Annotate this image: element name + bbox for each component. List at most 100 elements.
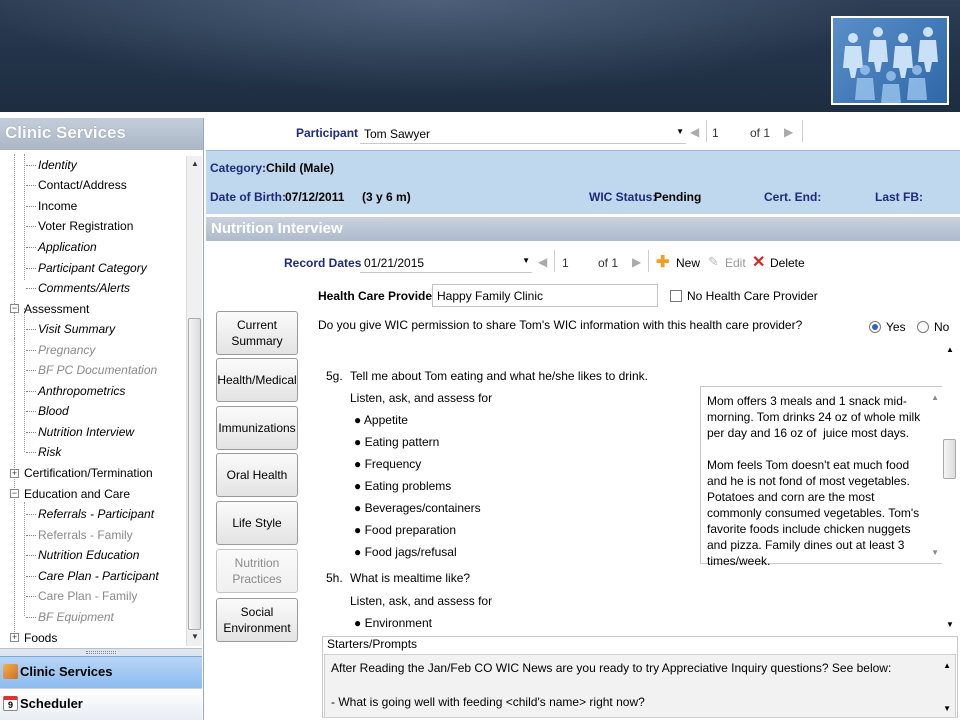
question-text: What is mealtime like? (350, 571, 471, 585)
clinic-services-button[interactable]: Clinic Services (0, 656, 202, 688)
question-subtext: Listen, ask, and assess for (350, 594, 493, 608)
starters-line: - What is going well with feeding <child… (331, 695, 645, 709)
age-value: (3 y 6 m) (362, 190, 411, 204)
questions-scrollbar[interactable]: ▲ ▼ (942, 343, 958, 631)
nav-item-referrals-family[interactable]: Referrals - Family (26, 526, 133, 544)
nav-item-participant-category[interactable]: Participant Category (26, 259, 147, 277)
scroll-up-icon[interactable]: ▲ (943, 661, 951, 670)
participant-page-input[interactable]: 1 (712, 126, 719, 140)
edit-button[interactable]: Edit (725, 256, 746, 270)
scheduler-label: Scheduler (20, 696, 83, 711)
scroll-up-icon[interactable]: ▲ (191, 159, 199, 168)
scroll-down-icon[interactable]: ▼ (931, 548, 939, 557)
yes-radio[interactable] (869, 321, 881, 333)
new-button[interactable]: New (676, 256, 700, 270)
no-radio[interactable] (917, 321, 929, 333)
starters-textarea[interactable]: After Reading the Jan/Feb CO WIC News ar… (324, 654, 956, 718)
wic-status-value: Pending (654, 190, 702, 204)
nav-item-care-plan-participant[interactable]: Care Plan - Participant (26, 567, 159, 585)
scroll-down-icon[interactable]: ▼ (191, 632, 199, 641)
starters-legend: Starters/Prompts (324, 637, 421, 651)
nav-item-comments-alerts[interactable]: Comments/Alerts (26, 279, 130, 297)
divider (554, 250, 555, 272)
dropdown-arrow-icon[interactable]: ▼ (522, 256, 530, 265)
health-medical-button[interactable]: Health/Medical (216, 358, 298, 402)
nav-item-income[interactable]: Income (26, 197, 77, 215)
nav-item-bf-equipment[interactable]: BF Equipment (26, 608, 114, 626)
button-label: Nutrition Practices (232, 556, 282, 586)
delete-icon[interactable]: ✕ (752, 252, 765, 272)
provider-value: Happy Family Clinic (437, 289, 544, 303)
scroll-down-icon[interactable]: ▼ (946, 620, 954, 629)
prev-arrow-icon[interactable]: ◀ (538, 255, 547, 269)
button-label: Health/Medical (217, 373, 297, 387)
social-environment-button[interactable]: Social Environment (216, 598, 298, 642)
nav-scrollbar[interactable]: ▲ ▼ (186, 156, 202, 646)
category-value: Child (Male) (266, 161, 334, 175)
nav-item-pregnancy[interactable]: Pregnancy (26, 341, 95, 359)
nav-item-care-plan-family[interactable]: Care Plan - Family (26, 587, 137, 605)
nav-group-certification[interactable]: Certification/Termination (24, 464, 153, 482)
nav-item-nutrition-interview[interactable]: Nutrition Interview (26, 423, 134, 441)
nav-group-assessment[interactable]: Assessment (24, 300, 89, 318)
nav-group-education-care[interactable]: Education and Care (24, 485, 130, 503)
current-summary-button[interactable]: Current Summary (216, 311, 298, 355)
scroll-up-icon[interactable]: ▲ (946, 345, 954, 354)
nav-group-foods[interactable]: Foods (24, 629, 57, 646)
nav-item-bf-pc-documentation[interactable]: BF PC Documentation (26, 361, 157, 379)
no-provider-checkbox[interactable] (670, 290, 682, 302)
edit-icon[interactable]: ✎ (708, 254, 719, 270)
nav-item-anthropometrics[interactable]: Anthropometrics (26, 382, 125, 400)
next-arrow-icon[interactable]: ▶ (784, 125, 793, 139)
dropdown-arrow-icon[interactable]: ▼ (676, 127, 684, 136)
bullet-item: ● Food preparation (354, 523, 456, 537)
expand-toggle-icon[interactable]: + (10, 633, 19, 642)
prev-arrow-icon[interactable]: ◀ (690, 125, 699, 139)
main-panel: Participant Tom Sawyer ▼ ◀ 1 of 1 ▶ Cate… (206, 118, 960, 720)
participant-select[interactable]: Tom Sawyer ▼ (360, 122, 686, 144)
life-style-button[interactable]: Life Style (216, 501, 298, 545)
nav-item-contact-address[interactable]: Contact/Address (26, 176, 127, 194)
nav-item-risk[interactable]: Risk (26, 443, 61, 461)
button-label: Current Summary (231, 318, 283, 348)
question-text: Tell me about Tom eating and what he/she… (350, 369, 648, 383)
participant-label: Participant (296, 126, 359, 140)
collapse-toggle-icon[interactable]: − (10, 489, 19, 498)
nav-item-referrals-participant[interactable]: Referrals - Participant (26, 505, 154, 523)
next-arrow-icon[interactable]: ▶ (632, 255, 641, 269)
nav-splitter[interactable] (0, 648, 202, 656)
logo (831, 16, 949, 105)
nav-item-blood[interactable]: Blood (26, 402, 69, 420)
wic-status-label: WIC Status: (589, 190, 657, 204)
scheduler-button[interactable]: 9 Scheduler (0, 688, 202, 720)
scroll-thumb[interactable] (943, 439, 956, 479)
participant-bar: Participant Tom Sawyer ▼ ◀ 1 of 1 ▶ (206, 118, 960, 150)
provider-input[interactable]: Happy Family Clinic (432, 284, 658, 307)
people-icon (3, 664, 18, 679)
nav-item-voter-registration[interactable]: Voter Registration (26, 217, 133, 235)
scroll-up-icon[interactable]: ▲ (931, 393, 939, 402)
tree-line (24, 154, 25, 280)
nav-item-nutrition-education[interactable]: Nutrition Education (26, 546, 139, 564)
expand-toggle-icon[interactable]: + (10, 469, 19, 478)
no-label: No (934, 320, 950, 334)
scroll-thumb[interactable] (188, 318, 201, 630)
app-banner (0, 0, 960, 112)
button-label: Life Style (232, 516, 282, 530)
dob-value: 07/12/2011 (285, 190, 345, 204)
record-bar: Record Dates 01/21/2015 ▼ ◀ 1 of 1 ▶ ✚ N… (206, 248, 960, 274)
immunizations-button[interactable]: Immunizations (216, 406, 298, 450)
record-date-select[interactable]: 01/21/2015 ▼ (360, 251, 532, 273)
nav-item-identity[interactable]: Identity (26, 156, 77, 174)
oral-health-button[interactable]: Oral Health (216, 453, 298, 497)
collapse-toggle-icon[interactable]: − (10, 304, 19, 313)
participant-info-band: Category: Child (Male) Date of Birth: 07… (206, 150, 960, 214)
new-icon[interactable]: ✚ (656, 252, 669, 272)
nutrition-practices-button[interactable]: Nutrition Practices (216, 549, 298, 593)
nav-item-visit-summary[interactable]: Visit Summary (26, 320, 115, 338)
scroll-down-icon[interactable]: ▼ (943, 704, 951, 713)
delete-button[interactable]: Delete (770, 256, 805, 270)
record-page-input[interactable]: 1 (562, 256, 569, 270)
response-textarea[interactable]: Mom offers 3 meals and 1 snack mid-morni… (700, 386, 944, 568)
nav-item-application[interactable]: Application (26, 238, 97, 256)
